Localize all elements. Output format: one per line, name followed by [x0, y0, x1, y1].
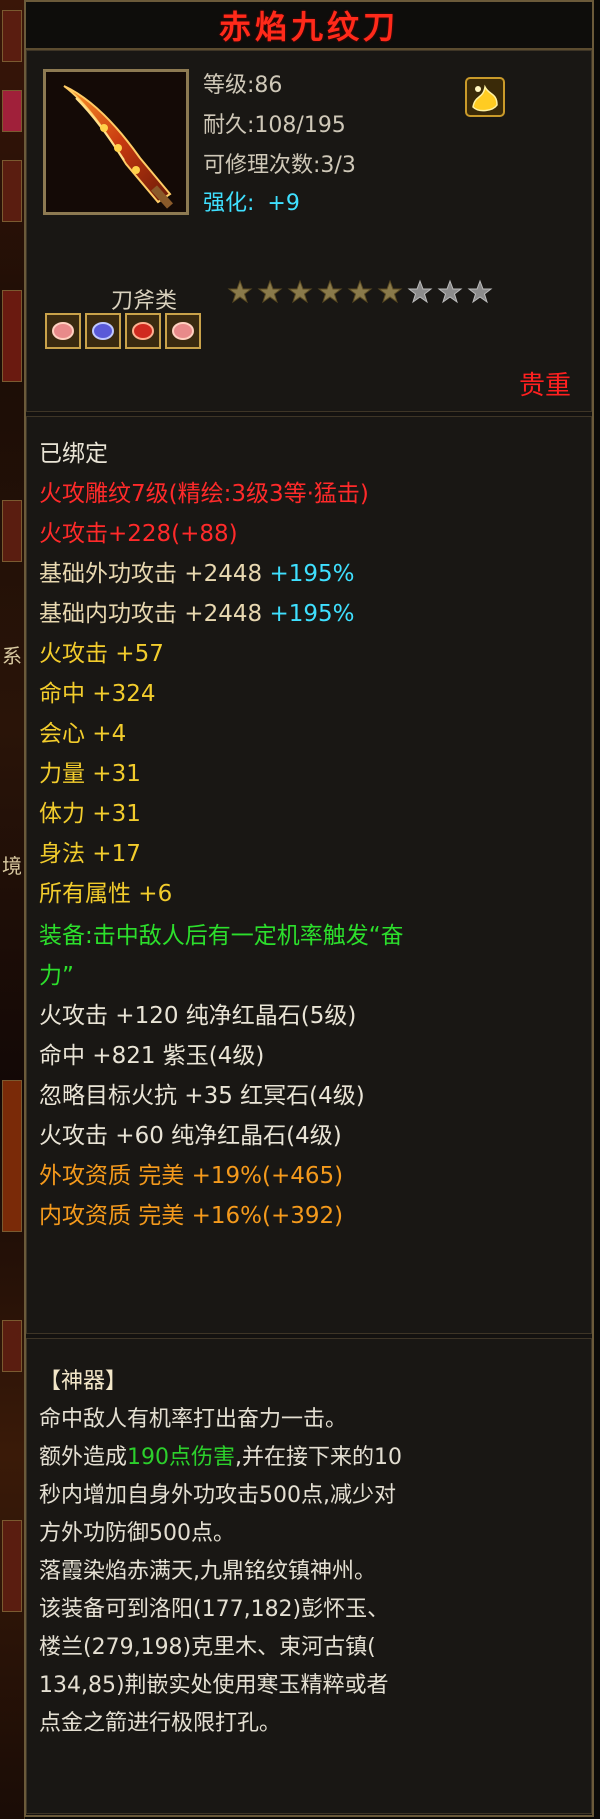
bound-status: 已绑定 — [39, 441, 108, 467]
blue-gem-icon[interactable] — [85, 313, 121, 349]
desc-location-line: 点金之箭进行极限打孔。 — [39, 1711, 282, 1736]
tooltip-titlebar: 赤焰九纹刀 — [26, 2, 592, 50]
item-enhance: 强化: +9 — [203, 185, 300, 217]
pink-gem-icon[interactable] — [165, 313, 201, 349]
stat-line: 所有属性 +6 — [39, 881, 173, 907]
star-filled-icon — [287, 279, 313, 304]
socket-gems — [45, 313, 201, 349]
artifact-header: 【神器】 — [39, 1369, 128, 1394]
desc-text: 额外造成 — [39, 1445, 128, 1470]
star-filled-icon — [227, 279, 253, 304]
socket-line: 命中 +821 紫玉(4级) — [39, 1043, 265, 1069]
stat-line: 力量 +31 — [39, 761, 141, 787]
item-category: 刀斧类 — [111, 289, 178, 314]
desc-location-line: 134,85)荆嵌实处使用寒玉精粹或者 — [39, 1673, 389, 1698]
pink-gem-icon[interactable] — [45, 313, 81, 349]
star-empty-icon — [437, 279, 463, 304]
star-empty-icon — [407, 279, 433, 304]
background-ui-strip: 系 境 — [0, 0, 25, 1819]
star-rating — [227, 279, 493, 305]
desc-line: 额外造成190点伤害,并在接下来的10 — [39, 1441, 402, 1475]
desc-line: 方外功防御500点。 — [39, 1521, 235, 1546]
item-description-section: 【神器】 命中敌人有机率打出奋力一击。 额外造成190点伤害,并在接下来的10 … — [26, 1338, 592, 1814]
base-ext-attack: 基础外功攻击 +2448 +195% — [39, 559, 354, 589]
fire-attack-main: 火攻击+228(+88) — [39, 521, 238, 547]
enhance-value: +9 — [267, 191, 300, 216]
item-name: 赤焰九纹刀 — [218, 8, 399, 46]
star-filled-icon — [347, 279, 373, 304]
enhance-label: 强化: — [203, 191, 255, 216]
item-level: 等级:86 — [203, 73, 283, 98]
desc-line: 落霞染焰赤满天,九鼎铭纹镇神州。 — [39, 1559, 376, 1584]
stat-line: 命中 +324 — [39, 681, 156, 707]
desc-location-line: 该装备可到洛阳(177,182)彭怀玉、 — [39, 1597, 390, 1622]
stat-line: 体力 +31 — [39, 801, 141, 827]
base-int-pct: +195% — [269, 601, 355, 627]
item-tooltip: 赤焰九纹刀 等级:86 耐久:108/195 可修理次数:3/3 强化: +9 … — [24, 0, 594, 1817]
base-ext-pct: +195% — [269, 561, 355, 587]
item-attributes-section: 已绑定 火攻雕纹7级(精绘:3级3等·猛击) 火攻击+228(+88) 基础外功… — [26, 416, 592, 1334]
socket-line: 火攻击 +60 纯净红晶石(4级) — [39, 1123, 342, 1149]
item-durability: 耐久:108/195 — [203, 113, 346, 138]
equip-effect-line2: 力” — [39, 963, 74, 989]
gold-flame-icon[interactable] — [465, 77, 505, 117]
star-empty-icon — [467, 279, 493, 304]
star-filled-icon — [377, 279, 403, 304]
base-ext-label: 基础外功攻击 +2448 — [39, 561, 270, 587]
quality-line: 内攻资质 完美 +16%(+392) — [39, 1203, 344, 1229]
item-repair-count: 可修理次数:3/3 — [203, 153, 356, 178]
blade-icon[interactable] — [43, 69, 189, 215]
desc-line: 命中敌人有机率打出奋力一击。 — [39, 1407, 348, 1432]
desc-location-line: 楼兰(279,198)克里木、束河古镇( — [39, 1635, 376, 1660]
item-rarity: 贵重 — [518, 371, 571, 401]
desc-text: ,并在接下来的10 — [235, 1445, 403, 1470]
desc-damage: 190点伤害 — [127, 1445, 236, 1470]
desc-line: 秒内增加自身外功攻击500点,减少对 — [39, 1483, 396, 1508]
red-gem-icon[interactable] — [125, 313, 161, 349]
base-int-label: 基础内功攻击 +2448 — [39, 601, 270, 627]
stat-line: 会心 +4 — [39, 721, 127, 747]
stat-line: 火攻击 +57 — [39, 641, 164, 667]
star-filled-icon — [317, 279, 343, 304]
stat-line: 身法 +17 — [39, 841, 141, 867]
quality-line: 外攻资质 完美 +19%(+465) — [39, 1163, 344, 1189]
equip-effect-line1: 装备:击中敌人后有一定机率触发“奋 — [39, 923, 404, 949]
star-filled-icon — [257, 279, 283, 304]
item-header-section: 等级:86 耐久:108/195 可修理次数:3/3 强化: +9 刀斧类 贵重 — [26, 50, 592, 412]
socket-line: 忽略目标火抗 +35 红冥石(4级) — [39, 1083, 365, 1109]
socket-line: 火攻击 +120 纯净红晶石(5级) — [39, 1003, 357, 1029]
base-int-attack: 基础内功攻击 +2448 +195% — [39, 599, 354, 629]
engrave-line: 火攻雕纹7级(精绘:3级3等·猛击) — [39, 481, 369, 507]
